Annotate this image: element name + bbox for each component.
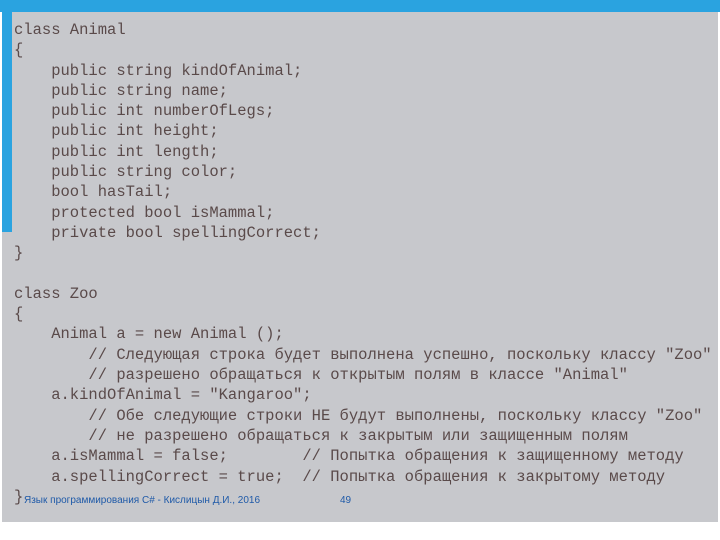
left-accent-bar: [2, 12, 12, 232]
code-block: class Animal { public string kindOfAnima…: [14, 20, 706, 507]
code-panel: class Animal { public string kindOfAnima…: [2, 12, 718, 522]
top-accent-bar: [0, 0, 720, 12]
page-number: 49: [340, 495, 351, 506]
footer-text: Язык программирования C# - Кислицын Д.И.…: [24, 495, 260, 506]
